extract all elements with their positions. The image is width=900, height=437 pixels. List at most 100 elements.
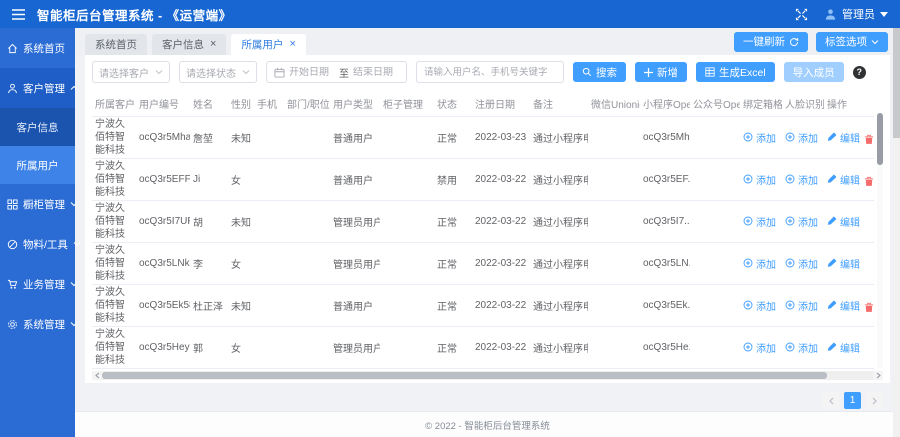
status-select[interactable]: 请选择状态 [179, 61, 257, 83]
delete-button[interactable] [864, 134, 874, 145]
start-date-input[interactable] [289, 66, 335, 78]
cell-dept [284, 326, 330, 369]
page-number-button[interactable]: 1 [844, 392, 861, 409]
date-range-picker[interactable]: 至 [266, 61, 407, 83]
table-vertical-scrollbar[interactable] [877, 113, 883, 368]
face-add-link[interactable]: 添加 [785, 256, 818, 271]
face-add-link[interactable]: 添加 [785, 130, 818, 145]
sidebar-item-materials-tools[interactable]: 物料/工具 [0, 224, 81, 264]
sidebar-item-business-mgmt[interactable]: 业务管理 [0, 264, 78, 304]
customer-submenu: 客户信息 所属用户 [0, 108, 75, 184]
scroll-right-icon[interactable] [873, 371, 883, 380]
next-page-button[interactable] [866, 392, 883, 409]
edit-link[interactable]: 编辑 [827, 214, 860, 229]
sidebar-item-label: 业务管理 [23, 278, 65, 291]
cell-reg-date: 2022-03-22 [472, 242, 530, 285]
cell-remark: 通过小程序申... [530, 200, 588, 243]
face-add-link[interactable]: 添加 [785, 340, 818, 355]
close-tab-icon[interactable]: × [289, 39, 295, 50]
cell-official-openid [690, 242, 740, 285]
pencil-icon [827, 258, 837, 268]
cell-customer: 宁波久佰特智能科技 [92, 200, 136, 243]
prev-page-button[interactable] [822, 392, 839, 409]
import-members-button[interactable]: 导入成员 [783, 62, 844, 82]
cell-user-type: 普通用户 [330, 116, 380, 159]
search-button[interactable]: 搜索 [573, 62, 626, 82]
bind-box-add-link[interactable]: 添加 [743, 214, 776, 229]
cell-phone [254, 200, 284, 243]
window-scrollbar[interactable] [893, 28, 900, 437]
cell-status: 正常 [434, 116, 472, 159]
bind-box-add-link[interactable]: 添加 [743, 172, 776, 187]
tab-users[interactable]: 所属用户 × [231, 34, 306, 55]
edit-link[interactable]: 编辑 [827, 256, 860, 271]
tabbar: 系统首页 客户信息 × 所属用户 × 一键刷新 标签选项 [75, 28, 900, 55]
cell-gender: 女 [228, 326, 254, 369]
cell-user-no: ocQ3r5Ek58... [136, 284, 190, 327]
tab-system-home[interactable]: 系统首页 [85, 34, 147, 55]
cell-cabinet [380, 116, 434, 159]
table-row: 宁波久佰特智能科技 ocQ3r5LNk9... 李 女 管理员用户 正常 202… [92, 242, 874, 285]
delete-button[interactable] [864, 302, 874, 313]
bind-box-add-link[interactable]: 添加 [743, 340, 776, 355]
end-date-input[interactable] [353, 66, 399, 78]
help-icon[interactable]: ? [852, 65, 866, 79]
close-tab-icon[interactable]: × [210, 39, 216, 50]
sidebar-item-system-mgmt[interactable]: 系统管理 [0, 304, 78, 344]
sidebar-item-home[interactable]: 系统首页 [0, 28, 75, 68]
tag-options-button[interactable]: 标签选项 [816, 31, 888, 52]
cell-unionid [588, 200, 640, 243]
scrollbar-thumb[interactable] [877, 113, 883, 165]
face-add-link[interactable]: 添加 [785, 298, 818, 313]
fullscreen-icon[interactable] [795, 8, 808, 21]
customer-select[interactable]: 请选择客户 [92, 61, 170, 83]
cell-dept [284, 200, 330, 243]
cell-unionid [588, 326, 640, 369]
scrollbar-thumb[interactable] [102, 372, 827, 379]
cell-unionid [588, 242, 640, 285]
circle-plus-icon [743, 216, 753, 226]
delete-button[interactable] [864, 176, 874, 187]
generate-excel-button[interactable]: 生成Excel [696, 62, 775, 82]
caret-down-icon [880, 11, 888, 17]
scrollbar-thumb[interactable] [893, 28, 900, 138]
edit-link[interactable]: 编辑 [827, 172, 860, 187]
edit-link[interactable]: 编辑 [827, 298, 860, 313]
scroll-left-icon[interactable] [92, 371, 102, 380]
cell-dept [284, 116, 330, 159]
cell-remark: 通过小程序申... [530, 116, 588, 159]
scrollbar-track[interactable] [102, 371, 873, 380]
add-user-button[interactable]: 新增 [635, 62, 687, 82]
circle-plus-icon [785, 132, 795, 142]
tab-customer-info[interactable]: 客户信息 × [152, 34, 227, 55]
sidebar-subitem-users[interactable]: 所属用户 [0, 146, 75, 184]
date-separator: 至 [339, 68, 349, 80]
cell-remark: 通过小程序申... [530, 326, 588, 369]
table-horizontal-scrollbar[interactable] [92, 371, 883, 380]
edit-link[interactable]: 编辑 [827, 340, 860, 355]
keyword-input[interactable] [416, 61, 564, 83]
cell-phone [254, 242, 284, 285]
circle-plus-icon [785, 216, 795, 226]
face-add-link[interactable]: 添加 [785, 214, 818, 229]
cell-user-no: ocQ3r5Mha8... [136, 116, 190, 159]
bind-box-add-link[interactable]: 添加 [743, 298, 776, 313]
cell-status: 正常 [434, 326, 472, 369]
user-menu[interactable]: 管理员 [824, 6, 888, 22]
circle-plus-icon [743, 258, 753, 268]
face-add-link[interactable]: 添加 [785, 172, 818, 187]
bind-box-add-link[interactable]: 添加 [743, 256, 776, 271]
refresh-button[interactable]: 一键刷新 [734, 31, 808, 52]
cell-dept [284, 242, 330, 285]
cell-user-no: ocQ3r5HeyO... [136, 326, 190, 369]
sidebar-item-customer-mgmt[interactable]: 客户管理 [0, 68, 78, 108]
cell-cabinet [380, 200, 434, 243]
circle-plus-icon [743, 342, 753, 352]
menu-collapse-icon[interactable] [12, 8, 25, 20]
edit-link[interactable]: 编辑 [827, 130, 860, 145]
sidebar-subitem-customer-info[interactable]: 客户信息 [0, 108, 75, 146]
sidebar-item-cabinet-mgmt[interactable]: 橱柜管理 [0, 184, 78, 224]
cell-unionid [588, 284, 640, 327]
bind-box-add-link[interactable]: 添加 [743, 130, 776, 145]
cell-miniapp-openid: ocQ3r5EF... [640, 158, 690, 201]
